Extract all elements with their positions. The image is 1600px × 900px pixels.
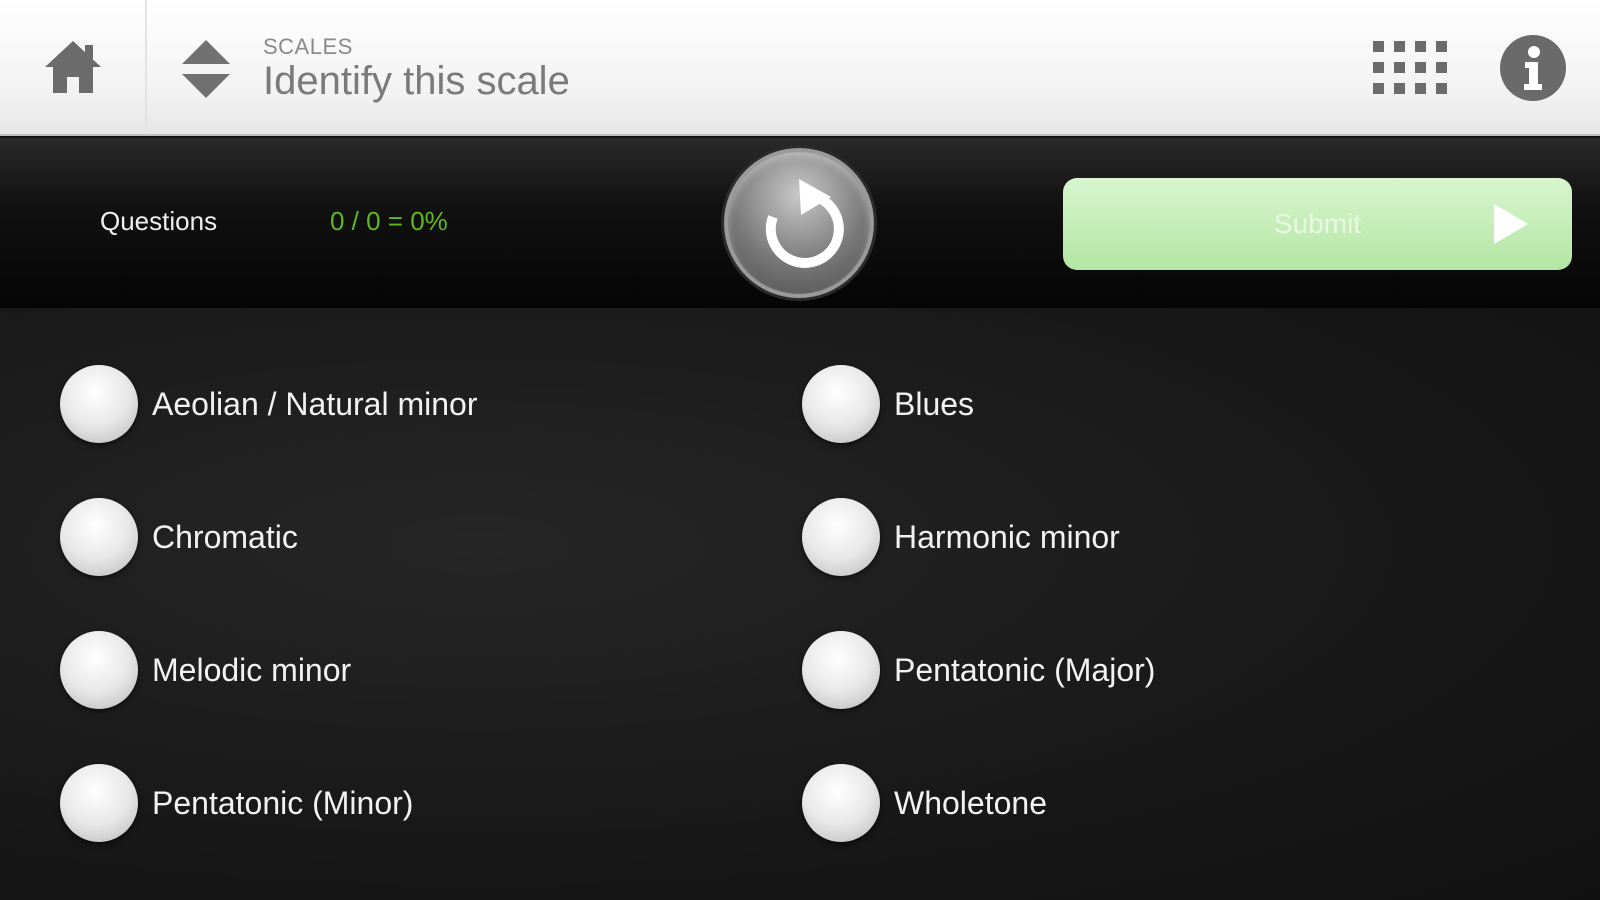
- section-label: SCALES: [263, 34, 353, 59]
- radio-button[interactable]: [60, 764, 138, 842]
- option-aeolian[interactable]: Aeolian / Natural minor: [60, 364, 477, 444]
- option-label: Pentatonic (Major): [894, 651, 1156, 688]
- option-label: Pentatonic (Minor): [152, 784, 414, 821]
- home-button[interactable]: [0, 0, 147, 134]
- info-button[interactable]: [1500, 35, 1566, 101]
- questions-label: Questions: [100, 206, 218, 236]
- radio-button[interactable]: [802, 631, 880, 709]
- score-display: 0 / 0 = 0%: [330, 206, 448, 236]
- radio-button[interactable]: [802, 365, 880, 443]
- option-wholetone[interactable]: Wholetone: [802, 763, 1047, 843]
- grid-menu-icon: [1373, 41, 1447, 94]
- replay-button[interactable]: [724, 148, 874, 298]
- replay-icon: [765, 179, 844, 268]
- radio-button[interactable]: [60, 631, 138, 709]
- play-arrow-icon: [1494, 204, 1528, 244]
- radio-button[interactable]: [802, 498, 880, 576]
- option-label: Wholetone: [894, 784, 1047, 821]
- option-pentatonic-minor[interactable]: Pentatonic (Minor): [60, 763, 413, 843]
- option-label: Harmonic minor: [894, 518, 1120, 555]
- radio-button[interactable]: [60, 498, 138, 576]
- app-header: SCALES Identify this scale: [0, 0, 1600, 136]
- home-icon: [44, 41, 101, 93]
- quiz-toolbar: Questions 0 / 0 = 0% Submit: [0, 138, 1600, 308]
- header-titles: SCALES Identify this scale: [263, 34, 570, 104]
- option-label: Chromatic: [152, 518, 298, 555]
- scale-options: Aeolian / Natural minor Blues Chromatic …: [0, 308, 1600, 900]
- option-blues[interactable]: Blues: [802, 364, 974, 444]
- option-melodic-minor[interactable]: Melodic minor: [60, 630, 351, 710]
- page-title: Identify this scale: [263, 59, 570, 103]
- grid-menu-button[interactable]: [1372, 40, 1448, 96]
- up-down-arrows-icon: [182, 40, 230, 98]
- option-chromatic[interactable]: Chromatic: [60, 497, 298, 577]
- option-label: Aeolian / Natural minor: [152, 385, 478, 422]
- option-pentatonic-major[interactable]: Pentatonic (Major): [802, 630, 1155, 710]
- info-icon: [1524, 46, 1542, 90]
- option-label: Melodic minor: [152, 651, 352, 688]
- radio-button[interactable]: [60, 365, 138, 443]
- scale-selector-button[interactable]: [172, 36, 240, 102]
- submit-button[interactable]: Submit: [1063, 178, 1572, 270]
- option-harmonic-minor[interactable]: Harmonic minor: [802, 497, 1120, 577]
- option-label: Blues: [894, 385, 975, 422]
- radio-button[interactable]: [802, 764, 880, 842]
